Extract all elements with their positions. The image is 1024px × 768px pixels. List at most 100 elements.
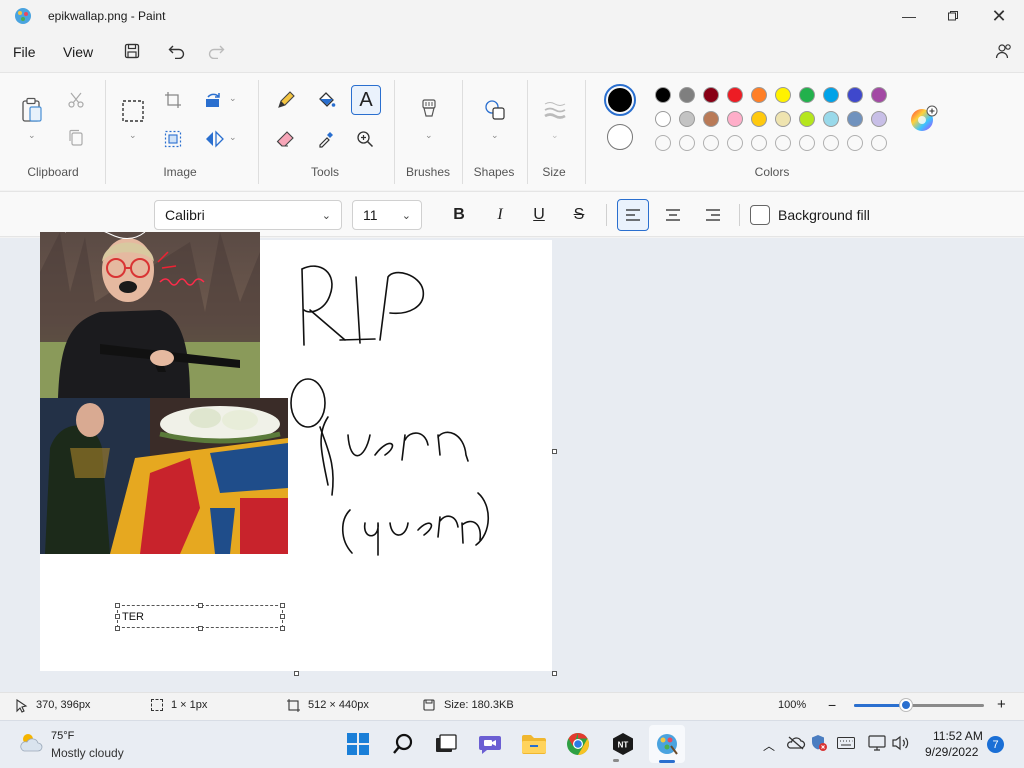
palette-color-swatch[interactable] [847, 111, 863, 127]
pencil-tool[interactable] [272, 86, 300, 114]
palette-color-swatch[interactable] [751, 87, 767, 103]
textbox-resize-handle[interactable] [115, 626, 120, 631]
account-button[interactable] [993, 40, 1015, 62]
primary-color-selector[interactable] [604, 84, 636, 116]
menu-view[interactable]: View [63, 44, 93, 60]
size-button[interactable] [541, 96, 569, 124]
paint-taskbar-button[interactable] [649, 725, 685, 763]
textbox-resize-handle[interactable] [115, 603, 120, 608]
palette-color-swatch[interactable] [847, 87, 863, 103]
custom-color-slot[interactable] [703, 135, 719, 151]
palette-color-swatch[interactable] [871, 87, 887, 103]
zoom-out-button[interactable]: − [828, 697, 836, 713]
custom-color-slot[interactable] [871, 135, 887, 151]
magnifier-tool[interactable] [351, 125, 379, 153]
palette-color-swatch[interactable] [775, 111, 791, 127]
canvas-resize-handle-right[interactable] [552, 449, 557, 454]
palette-color-swatch[interactable] [679, 111, 695, 127]
palette-color-swatch[interactable] [799, 111, 815, 127]
flip-button[interactable] [200, 125, 228, 153]
resize-button[interactable] [159, 125, 187, 153]
brushes-dropdown-chevron[interactable]: ⌄ [425, 130, 433, 141]
zoom-slider-thumb[interactable] [900, 699, 912, 711]
palette-color-swatch[interactable] [871, 111, 887, 127]
palette-color-swatch[interactable] [823, 111, 839, 127]
background-fill-checkbox[interactable] [750, 205, 770, 225]
zoom-in-button[interactable]: + [997, 696, 1006, 713]
flip-dropdown-chevron[interactable]: ⌄ [229, 132, 237, 143]
pasted-photo-coffin-ceremony[interactable] [40, 398, 288, 554]
palette-color-swatch[interactable] [655, 111, 671, 127]
palette-color-swatch[interactable] [655, 87, 671, 103]
strikethrough-button[interactable]: S [564, 200, 594, 230]
palette-color-swatch[interactable] [679, 87, 695, 103]
zoom-level[interactable]: 100% [778, 699, 806, 711]
align-left-button[interactable] [617, 199, 649, 231]
textbox-resize-handle[interactable] [280, 626, 285, 631]
canvas-resize-handle-bottom[interactable] [294, 671, 299, 676]
close-button[interactable]: ✕ [976, 0, 1022, 32]
minimize-button[interactable]: — [886, 0, 932, 32]
canvas-text-box[interactable]: TER [117, 605, 283, 628]
align-right-button[interactable] [698, 200, 728, 230]
palette-color-swatch[interactable] [703, 111, 719, 127]
font-size-dropdown[interactable]: 11 ⌄ [352, 200, 422, 230]
keyboard-tray-icon[interactable] [837, 737, 855, 752]
palette-color-swatch[interactable] [751, 111, 767, 127]
palette-color-swatch[interactable] [775, 87, 791, 103]
textbox-resize-handle[interactable] [115, 614, 120, 619]
underline-button[interactable]: U [524, 200, 554, 230]
custom-color-slot[interactable] [727, 135, 743, 151]
palette-color-swatch[interactable] [727, 87, 743, 103]
select-dropdown-chevron[interactable]: ⌄ [129, 130, 137, 141]
chrome-button[interactable] [564, 730, 592, 758]
custom-color-slot[interactable] [655, 135, 671, 151]
brushes-button[interactable] [415, 96, 443, 124]
paste-button[interactable] [18, 96, 46, 124]
custom-color-slot[interactable] [847, 135, 863, 151]
edit-colors-button[interactable] [908, 104, 938, 134]
security-tray-icon[interactable] [810, 734, 828, 755]
clock-date[interactable]: 9/29/2022 [925, 745, 978, 759]
italic-button[interactable]: I [485, 200, 515, 230]
textbox-resize-handle[interactable] [280, 614, 285, 619]
chat-button[interactable] [476, 730, 504, 758]
fill-tool[interactable] [312, 86, 340, 114]
notification-badge[interactable]: 7 [987, 736, 1004, 753]
nt-app-button[interactable]: NT [609, 730, 637, 758]
crop-button[interactable] [159, 86, 187, 114]
eraser-tool[interactable] [272, 125, 300, 153]
save-button[interactable] [121, 40, 143, 62]
start-button[interactable] [344, 730, 372, 758]
onedrive-tray-icon[interactable] [786, 735, 806, 754]
pasted-photo-man-with-rifle[interactable] [40, 232, 260, 398]
network-tray-icon[interactable] [868, 735, 886, 754]
zoom-slider[interactable] [854, 699, 984, 711]
custom-color-slot[interactable] [775, 135, 791, 151]
text-tool[interactable]: A [351, 85, 381, 115]
textbox-resize-handle[interactable] [198, 603, 203, 608]
copy-button[interactable] [62, 124, 90, 152]
volume-tray-icon[interactable] [891, 735, 911, 754]
color-picker-tool[interactable] [312, 125, 340, 153]
palette-color-swatch[interactable] [727, 111, 743, 127]
rotate-button[interactable] [200, 86, 228, 114]
select-button[interactable] [119, 97, 147, 125]
custom-color-slot[interactable] [679, 135, 695, 151]
palette-color-swatch[interactable] [799, 87, 815, 103]
cut-button[interactable] [62, 86, 90, 114]
task-view-button[interactable] [432, 730, 460, 758]
show-hidden-icons-button[interactable]: ︿ [763, 737, 775, 754]
textbox-resize-handle[interactable] [198, 626, 203, 631]
palette-color-swatch[interactable] [703, 87, 719, 103]
menu-file[interactable]: File [13, 44, 36, 60]
bold-button[interactable]: B [444, 200, 474, 230]
font-family-dropdown[interactable]: Calibri ⌄ [154, 200, 342, 230]
textbox-resize-handle[interactable] [280, 603, 285, 608]
shapes-button[interactable] [481, 96, 509, 124]
custom-color-slot[interactable] [823, 135, 839, 151]
maximize-button[interactable] [930, 0, 976, 32]
weather-widget[interactable] [18, 731, 44, 756]
palette-color-swatch[interactable] [823, 87, 839, 103]
rotate-dropdown-chevron[interactable]: ⌄ [229, 93, 237, 104]
